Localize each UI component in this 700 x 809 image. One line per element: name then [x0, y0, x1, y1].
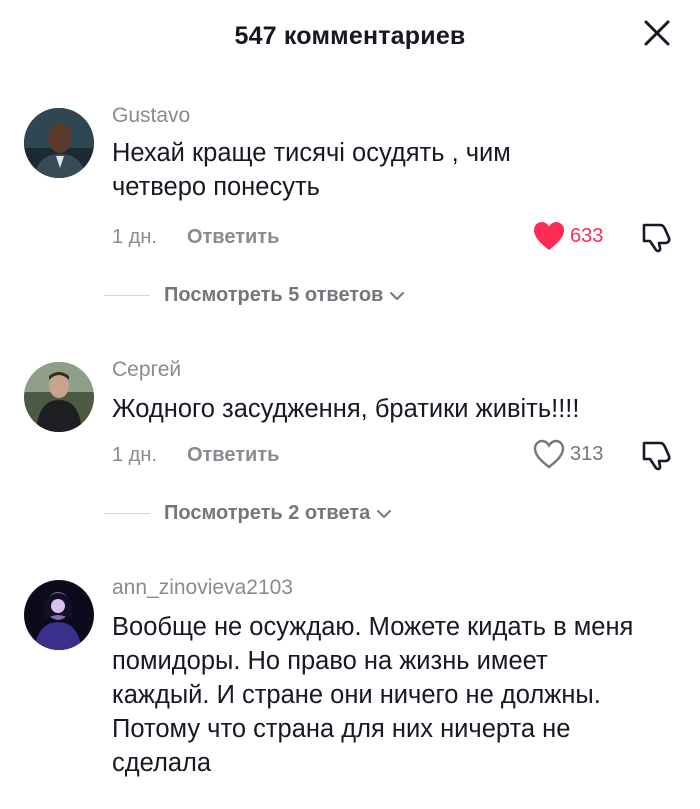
comments-sheet: 547 комментариев Gustavo Нехай краще тис…	[0, 0, 700, 809]
heart-filled-icon	[534, 222, 564, 250]
comments-header: 547 комментариев	[0, 0, 700, 72]
comment-time: 1 дн.	[112, 226, 157, 248]
like-button[interactable]: 313	[532, 438, 603, 470]
view-replies-label: Посмотреть 2 ответа	[164, 502, 371, 524]
dislike-icon[interactable]	[640, 220, 674, 254]
view-replies-label: Посмотреть 5 ответов	[164, 284, 384, 306]
comment-text: Нехай краще тисячі осудять , чим четверо…	[112, 139, 511, 201]
chevron-down-icon	[390, 291, 405, 300]
avatar[interactable]	[24, 580, 94, 650]
comment-meta: 1 дн. Ответить	[112, 226, 279, 249]
comment-text: Жодного засудження, братики живіть!!!!	[112, 395, 580, 423]
comment-username[interactable]: ann_zinovieva2103	[112, 576, 293, 600]
view-replies-button[interactable]: Посмотреть 2 ответа	[104, 502, 392, 525]
avatar[interactable]	[24, 108, 94, 178]
avatar[interactable]	[24, 362, 94, 432]
divider	[104, 294, 150, 297]
comment-username[interactable]: Gustavo	[112, 104, 190, 128]
comment-time: 1 дн.	[112, 444, 157, 466]
heart-outline-icon	[533, 439, 565, 469]
comment-text: Вообще не осуждаю. Можете кидать в меня …	[112, 613, 634, 777]
chevron-down-icon	[377, 509, 392, 518]
comment-meta: 1 дн. Ответить	[112, 444, 279, 467]
divider	[104, 512, 150, 515]
comments-title: 547 комментариев	[234, 21, 466, 50]
comment-username[interactable]: Сергей	[112, 358, 181, 382]
like-count: 313	[570, 442, 604, 465]
like-count: 633	[570, 224, 604, 247]
view-replies-button[interactable]: Посмотреть 5 ответов	[104, 284, 405, 307]
like-button[interactable]: 633	[532, 220, 603, 252]
dislike-icon[interactable]	[640, 438, 674, 472]
reply-button[interactable]: Ответить	[187, 444, 279, 467]
close-icon[interactable]	[640, 16, 674, 50]
reply-button[interactable]: Ответить	[187, 226, 279, 249]
